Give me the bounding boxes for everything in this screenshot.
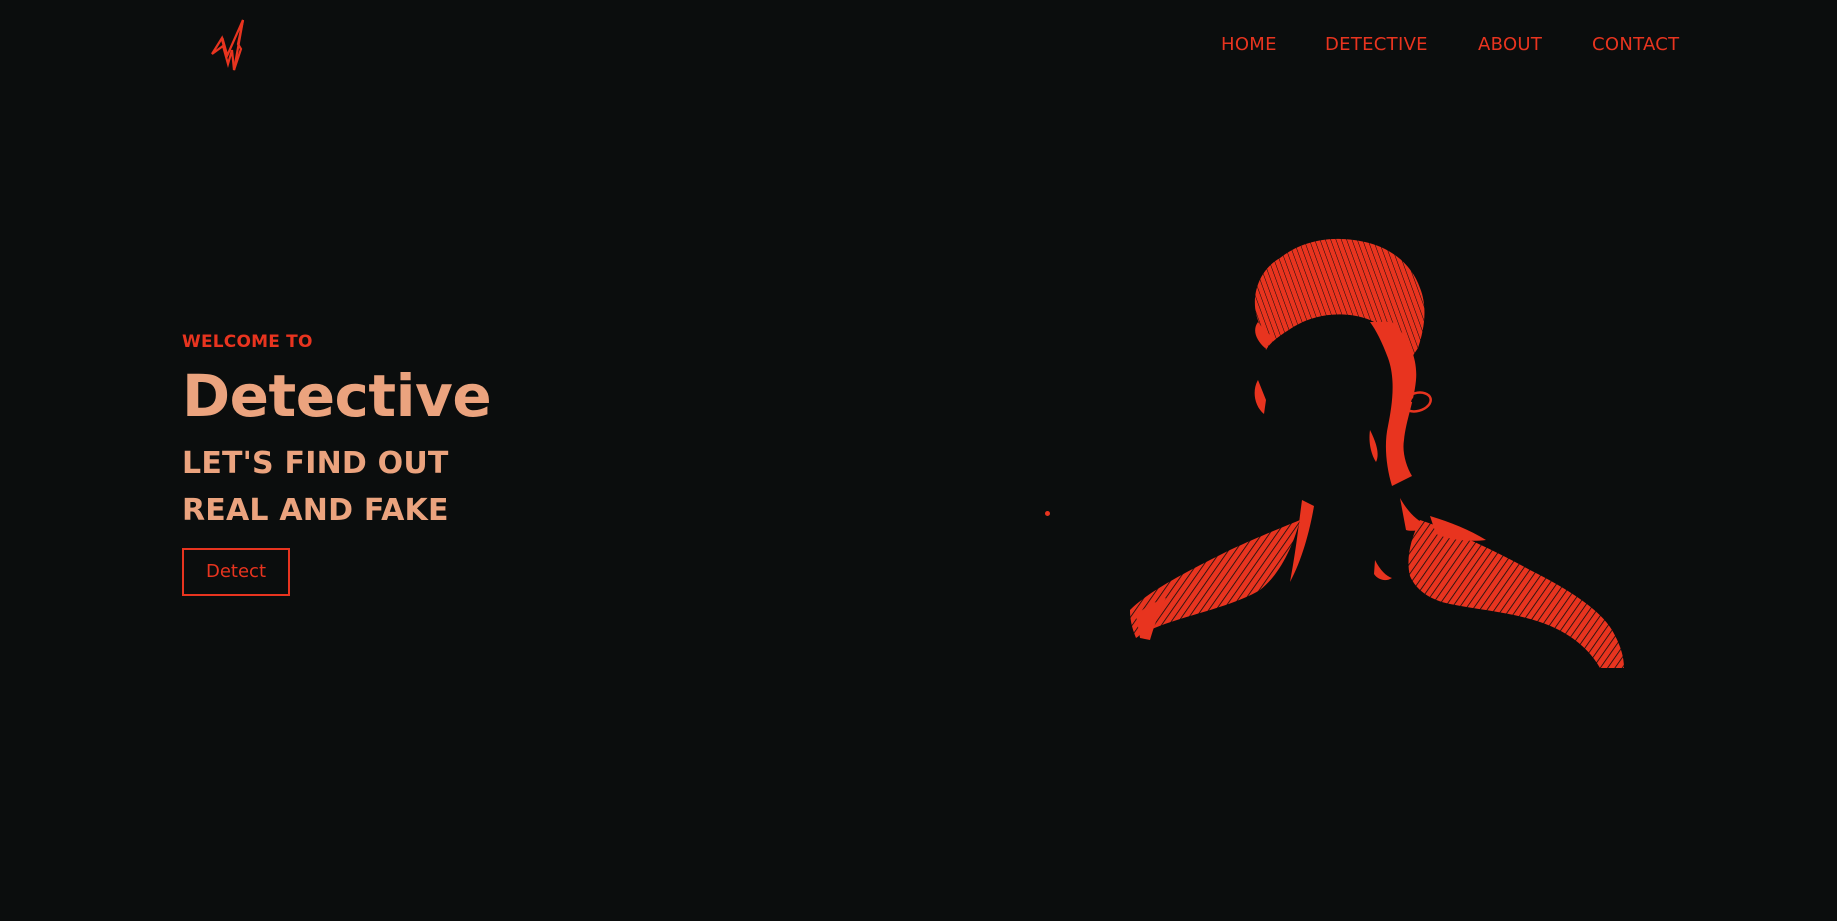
nav-about[interactable]: ABOUT — [1478, 34, 1542, 55]
decorative-dot — [1045, 511, 1050, 516]
hero-title: Detective — [182, 362, 492, 430]
nav-detective[interactable]: DETECTIVE — [1325, 34, 1428, 55]
nav-contact[interactable]: CONTACT — [1592, 34, 1679, 55]
detective-portrait-image — [1130, 238, 1624, 668]
main-nav: HOME DETECTIVE ABOUT CONTACT — [0, 34, 1837, 58]
hero-eyebrow: WELCOME TO — [182, 332, 313, 352]
hero-section: WELCOME TO Detective LET'S FIND OUT REAL… — [182, 330, 702, 596]
hero-subtitle: LET'S FIND OUT REAL AND FAKE — [182, 440, 702, 534]
detect-button[interactable]: Detect — [182, 548, 290, 596]
hero-subtitle-line-1: LET'S FIND OUT — [182, 446, 449, 481]
hero-subtitle-line-2: REAL AND FAKE — [182, 493, 449, 528]
nav-home[interactable]: HOME — [1221, 34, 1277, 55]
